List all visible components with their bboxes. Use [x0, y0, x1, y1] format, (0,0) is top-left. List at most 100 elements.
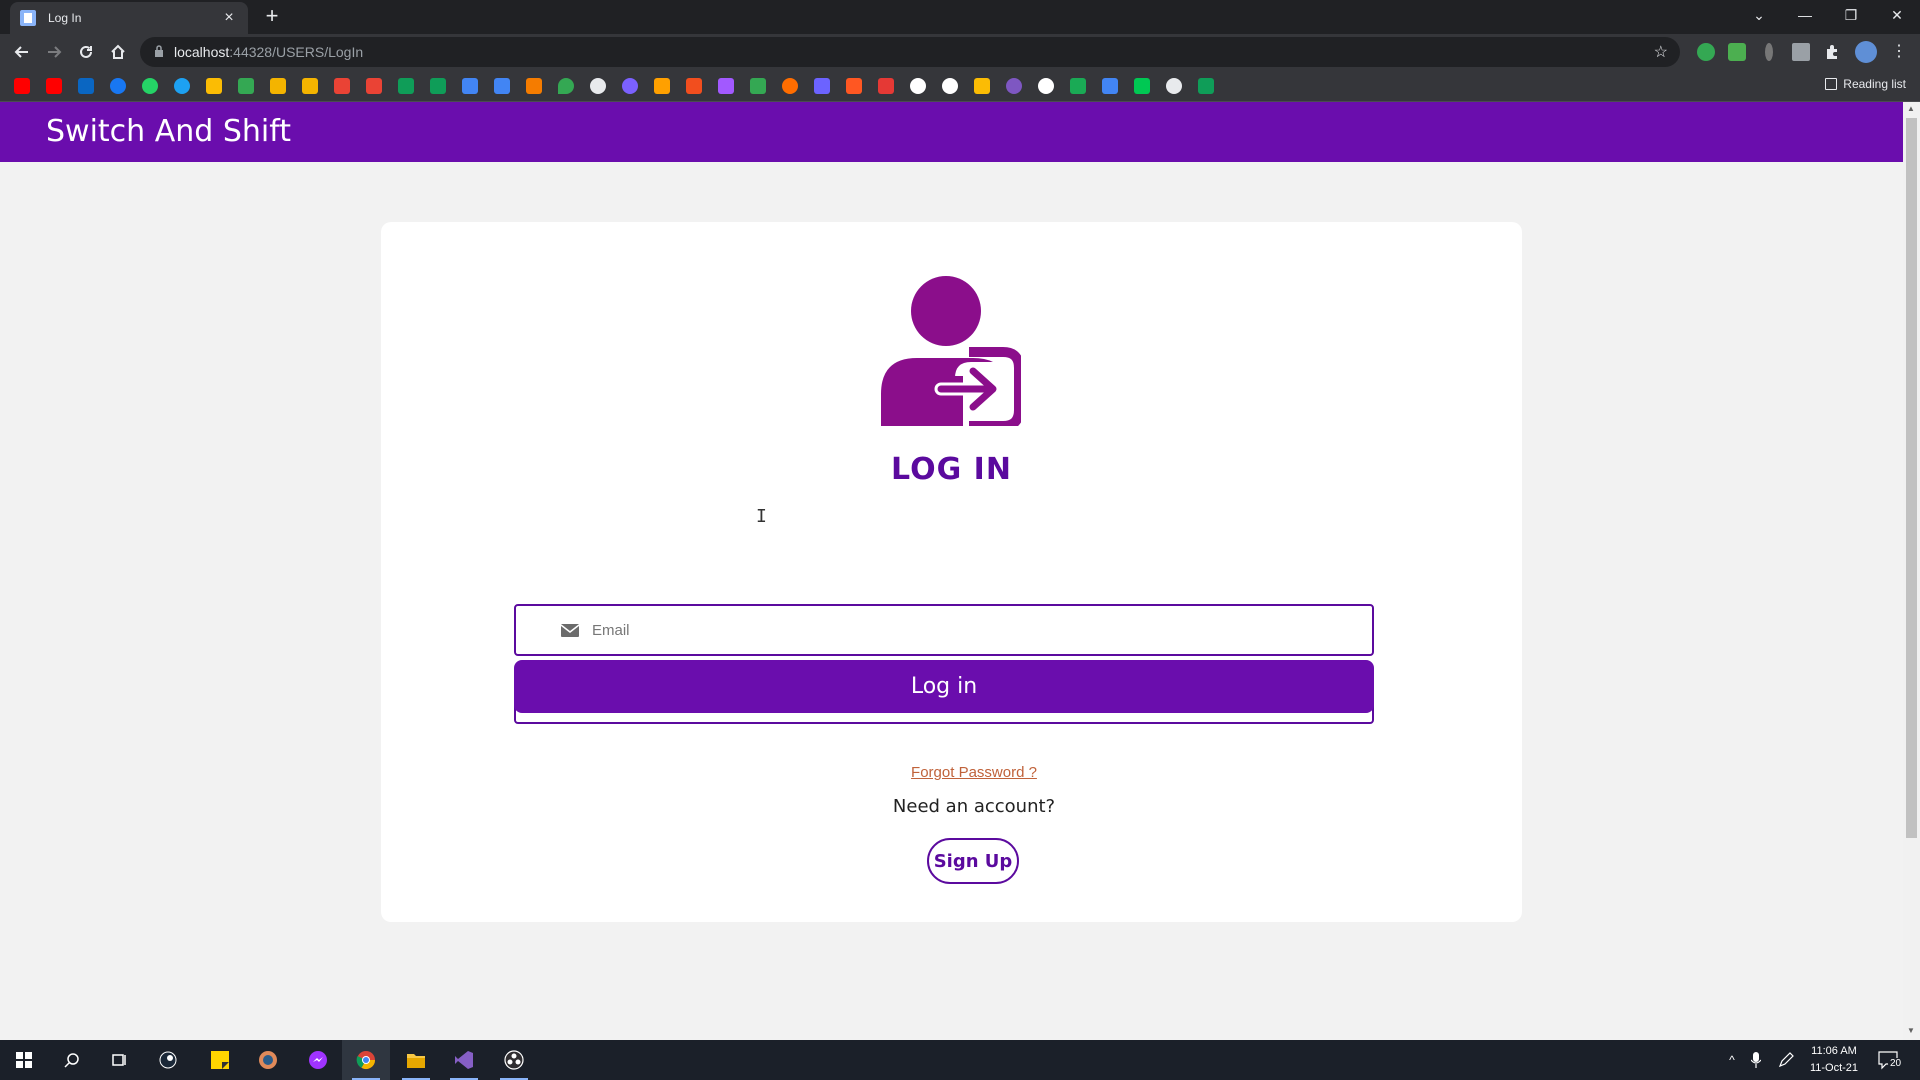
reading-list-button[interactable]: Reading list: [1825, 77, 1906, 91]
bookmark-icon[interactable]: [750, 78, 766, 94]
email-field[interactable]: [514, 604, 1374, 656]
docs-bookmark-icon[interactable]: [462, 78, 478, 94]
system-clock[interactable]: 11:06 AM 11-Oct-21: [1796, 1043, 1872, 1077]
address-bar[interactable]: localhost :44328/USERS/LogIn ☆: [140, 37, 1680, 67]
bookmark-icon[interactable]: [1134, 78, 1150, 94]
login-card: LOG IN Log in Forgot Password ? Need an …: [381, 222, 1522, 922]
firebase-bookmark-icon[interactable]: [654, 78, 670, 94]
microphone-icon[interactable]: [1746, 1040, 1766, 1080]
minimize-button[interactable]: —: [1782, 0, 1828, 30]
extension-icon[interactable]: [1728, 43, 1746, 61]
text-cursor-icon: I: [756, 506, 767, 527]
extension-icon[interactable]: [1792, 43, 1810, 61]
bookmark-icon[interactable]: [270, 78, 286, 94]
google-drive-bookmark-icon[interactable]: [206, 78, 222, 94]
tray-chevron-up-icon[interactable]: ^: [1722, 1040, 1742, 1080]
scroll-down-arrow-icon[interactable]: ▼: [1907, 1026, 1915, 1035]
sheets-bookmark-icon[interactable]: [1198, 78, 1214, 94]
whatsapp-bookmark-icon[interactable]: [142, 78, 158, 94]
youtube-bookmark-icon[interactable]: [46, 78, 62, 94]
facebook-bookmark-icon[interactable]: [110, 78, 126, 94]
clock-time: 11:06 AM: [1811, 1045, 1857, 1057]
messenger-icon[interactable]: [294, 1040, 342, 1080]
task-view-icon[interactable]: [96, 1040, 144, 1080]
scrollbar-thumb[interactable]: [1906, 118, 1917, 838]
login-title: LOG IN: [891, 452, 1012, 487]
home-icon[interactable]: [104, 38, 132, 66]
envelope-icon: [560, 624, 580, 637]
github-bookmark-icon[interactable]: [1166, 78, 1182, 94]
new-tab-button[interactable]: +: [260, 4, 284, 28]
bookmark-icon[interactable]: [174, 78, 190, 94]
chrome-icon[interactable]: [342, 1040, 390, 1080]
browser-tab[interactable]: Log In ×: [10, 2, 248, 34]
docs-bookmark-icon[interactable]: [494, 78, 510, 94]
linkedin-bookmark-icon[interactable]: [78, 78, 94, 94]
tab-close-icon[interactable]: ×: [220, 9, 238, 27]
forgot-password-row: Forgot Password ?: [381, 764, 1522, 782]
menu-kebab-icon[interactable]: ⋮: [1890, 43, 1908, 61]
profile-avatar[interactable]: [1855, 41, 1877, 63]
site-brand[interactable]: Switch And Shift: [46, 114, 291, 149]
forward-arrow-icon[interactable]: [40, 38, 68, 66]
page-scrollbar[interactable]: ▲ ▼: [1903, 102, 1920, 1040]
grammarly-extension-icon[interactable]: [1697, 43, 1715, 61]
bookmark-icon[interactable]: [942, 78, 958, 94]
signup-button[interactable]: Sign Up: [927, 838, 1019, 884]
bookmark-icon[interactable]: [910, 78, 926, 94]
back-arrow-icon[interactable]: [8, 38, 36, 66]
tab-title: Log In: [48, 11, 82, 25]
search-icon[interactable]: [48, 1040, 96, 1080]
bookmark-icon[interactable]: [1102, 78, 1118, 94]
reload-icon[interactable]: [72, 38, 100, 66]
pen-icon[interactable]: [1776, 1040, 1796, 1080]
github-bookmark-icon[interactable]: [590, 78, 606, 94]
sheets-bookmark-icon[interactable]: [430, 78, 446, 94]
gmail-bookmark-icon[interactable]: [334, 78, 350, 94]
action-center-icon[interactable]: 20: [1878, 1050, 1906, 1070]
analytics-bookmark-icon[interactable]: [974, 78, 990, 94]
figma-bookmark-icon[interactable]: [718, 78, 734, 94]
bookmark-icon[interactable]: [526, 78, 542, 94]
user-login-icon: [881, 276, 1021, 426]
google-drive-bookmark-icon[interactable]: [238, 78, 254, 94]
windows-taskbar: ^ 11:06 AM 11-Oct-21 20: [0, 1040, 1920, 1080]
bookmark-icon[interactable]: [814, 78, 830, 94]
steam-icon[interactable]: [144, 1040, 192, 1080]
sticky-notes-icon[interactable]: [196, 1040, 244, 1080]
gmail-bookmark-icon[interactable]: [366, 78, 382, 94]
bookmark-icon[interactable]: [846, 78, 862, 94]
scroll-up-arrow-icon[interactable]: ▲: [1907, 104, 1915, 113]
email-input[interactable]: [592, 621, 1352, 639]
sheets-bookmark-icon[interactable]: [398, 78, 414, 94]
page-favicon-icon: [20, 10, 36, 26]
obs-studio-icon[interactable]: [490, 1040, 538, 1080]
forgot-password-link[interactable]: Forgot Password ?: [911, 764, 1037, 781]
figma-bookmark-icon[interactable]: [686, 78, 702, 94]
visual-studio-icon[interactable]: [440, 1040, 488, 1080]
tab-search-icon[interactable]: ⌄: [1736, 0, 1782, 30]
bookmark-icon[interactable]: [302, 78, 318, 94]
url-path: :44328/USERS/LogIn: [229, 44, 364, 60]
browser-tab-strip: Log In × + ⌄ — ❐ ✕: [0, 0, 1920, 34]
bookmark-icon[interactable]: [782, 78, 798, 94]
close-window-button[interactable]: ✕: [1874, 0, 1920, 30]
extension-icon[interactable]: [1765, 43, 1773, 61]
reading-list-label: Reading list: [1843, 77, 1906, 91]
bookmark-icon[interactable]: [1006, 78, 1022, 94]
lock-icon: [154, 44, 164, 60]
file-explorer-icon[interactable]: [392, 1040, 440, 1080]
puzzle-extensions-icon[interactable]: [1824, 43, 1842, 61]
app-icon[interactable]: [244, 1040, 292, 1080]
bookmark-icon[interactable]: [622, 78, 638, 94]
bookmark-icon[interactable]: [1038, 78, 1054, 94]
restore-button[interactable]: ❐: [1828, 0, 1874, 30]
youtube-bookmark-icon[interactable]: [14, 78, 30, 94]
bookmark-icon[interactable]: [878, 78, 894, 94]
windows-start-icon[interactable]: [0, 1040, 48, 1080]
site-header: Switch And Shift: [0, 102, 1903, 162]
bookmark-star-icon[interactable]: ☆: [1654, 42, 1668, 62]
login-button[interactable]: Log in: [514, 660, 1374, 713]
bookmark-icon[interactable]: [1070, 78, 1086, 94]
maps-bookmark-icon[interactable]: [558, 78, 574, 94]
